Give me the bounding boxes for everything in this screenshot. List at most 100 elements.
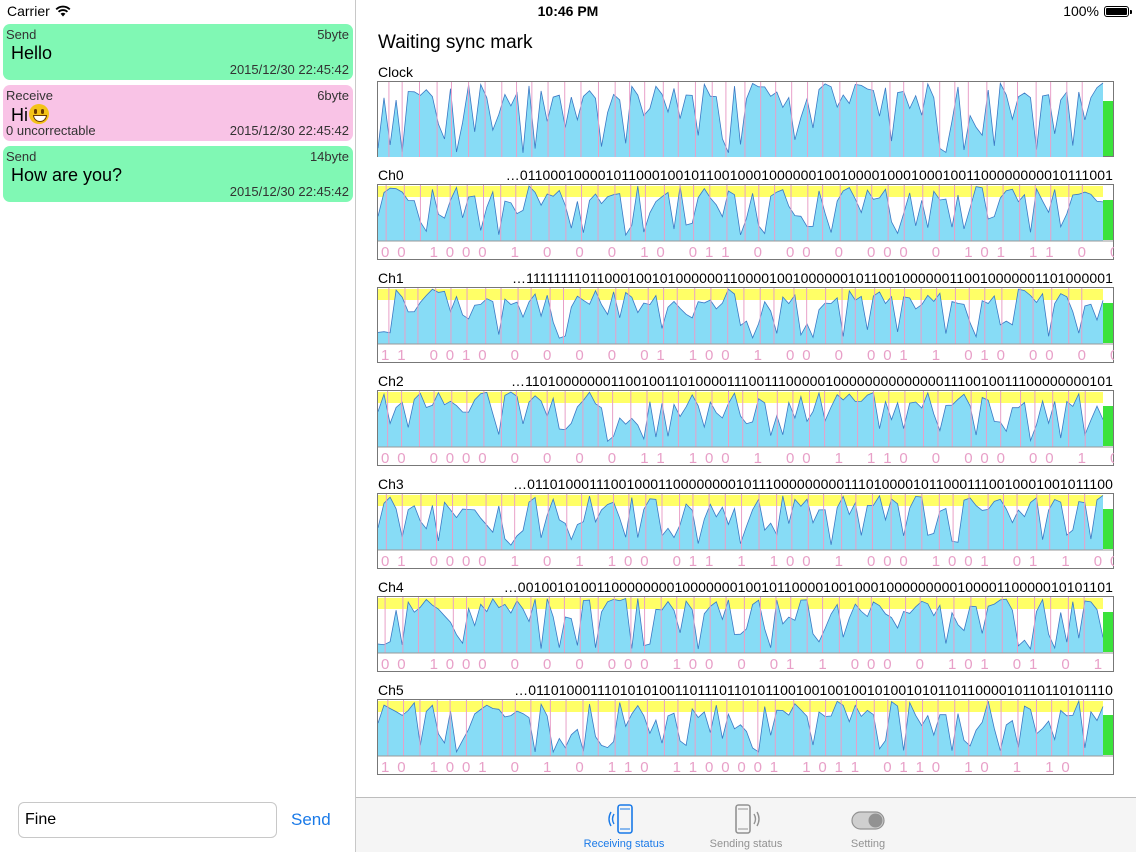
- message-bubble[interactable]: Send 14byte How are you? 2015/12/30 22:4…: [3, 146, 353, 202]
- channel-bitstream: …011000100001011000100101100100010000001…: [505, 167, 1113, 183]
- decoded-bit: 0: [478, 244, 486, 260]
- decoded-bit: 0: [802, 450, 810, 466]
- decoded-bit: 1: [673, 759, 681, 775]
- decoded-bit: 0: [705, 450, 713, 466]
- message-timestamp: 2015/12/30 22:45:42: [229, 62, 349, 77]
- decoded-bit: 1: [818, 656, 826, 672]
- signal-level-bar: [1103, 200, 1113, 240]
- send-button[interactable]: Send: [291, 810, 331, 830]
- channel-bitstream: …011010001110101010011011101101011001001…: [514, 682, 1113, 698]
- message-input[interactable]: [18, 802, 277, 838]
- decoded-bit: 0: [462, 553, 470, 569]
- decoded-bit: 0: [624, 553, 632, 569]
- decoded-bit: 0: [511, 347, 519, 363]
- decoded-bit: 1: [802, 759, 810, 775]
- decoded-bit: 0: [980, 450, 988, 466]
- decoded-bit: 0: [948, 553, 956, 569]
- channel-label: Ch3: [378, 476, 404, 492]
- decoded-bit: 0: [737, 656, 745, 672]
- decoded-bit: 1: [1045, 759, 1053, 775]
- decoded-bit: 1: [381, 347, 389, 363]
- decoded-bit: 0: [980, 244, 988, 260]
- decoded-bit: 0: [608, 244, 616, 260]
- channel-waveform: 10100101011011000011011011010110: [377, 699, 1114, 775]
- decoded-bit: 0: [1061, 759, 1069, 775]
- decoded-bit: 0: [899, 244, 907, 260]
- decoded-bit: 1: [899, 347, 907, 363]
- decoded-bit: 1: [770, 759, 778, 775]
- message-bubble[interactable]: Send 5byte Hello 2015/12/30 22:45:42: [3, 24, 353, 80]
- decoded-bit: 0: [575, 759, 583, 775]
- decoded-bit: 1: [705, 553, 713, 569]
- decoded-bit: 0: [381, 656, 389, 672]
- decoded-bit: 0: [964, 347, 972, 363]
- decoded-bit: 1: [786, 656, 794, 672]
- channel-bitstream: …001001010011000000001000000010010110000…: [503, 579, 1113, 595]
- decoded-bit: 1: [656, 347, 664, 363]
- decoded-bit: 0: [916, 656, 924, 672]
- decoded-bit: 0: [446, 759, 454, 775]
- decoded-bit: 1: [932, 347, 940, 363]
- channel-waveform: 0000000000111001001110000000101: [377, 390, 1114, 466]
- channel-waveform: 0010001000100110000000010111001: [377, 184, 1114, 260]
- decoded-bit: 0: [689, 656, 697, 672]
- decoded-bit: 0: [1045, 450, 1053, 466]
- decoded-bit: 0: [608, 450, 616, 466]
- message-text: Hello: [11, 43, 53, 63]
- signal-level-bar: [1103, 101, 1113, 156]
- decoded-bit: 0: [511, 656, 519, 672]
- decoded-bit: 1: [899, 759, 907, 775]
- threshold-band: [378, 186, 1103, 197]
- tab-bar: Receiving status Sending status Setting: [356, 797, 1136, 852]
- decoded-bit: 0: [575, 347, 583, 363]
- decoded-bit: 0: [543, 553, 551, 569]
- decoded-bit: 0: [964, 656, 972, 672]
- message-bubble[interactable]: Receive 6byte Hi 0 uncorrectable 2015/12…: [3, 85, 353, 141]
- decoded-bit: 1: [1029, 656, 1037, 672]
- decoded-bit: 0: [932, 450, 940, 466]
- decoded-bit: 0: [964, 450, 972, 466]
- phone-send-icon: [735, 804, 760, 834]
- decoded-bit: 1: [997, 244, 1005, 260]
- decoded-bit: 0: [1110, 347, 1114, 363]
- decoded-bit: 0: [835, 244, 843, 260]
- decoded-bit: 0: [446, 656, 454, 672]
- decoded-bit: 1: [1061, 553, 1069, 569]
- decoded-bit: 0: [462, 759, 470, 775]
- decoded-bit: 0: [786, 450, 794, 466]
- decoded-bit: 1: [430, 759, 438, 775]
- tab-sending-status[interactable]: Sending status: [686, 798, 806, 853]
- channel-label: Ch0: [378, 167, 404, 183]
- decoded-bit: 1: [511, 244, 519, 260]
- decoded-bit: 0: [802, 244, 810, 260]
- tab-receiving-status[interactable]: Receiving status: [564, 798, 684, 853]
- decoded-bit: 0: [802, 347, 810, 363]
- signal-level-bar: [1103, 612, 1113, 652]
- decoded-bit: 0: [462, 244, 470, 260]
- decoded-bit: 0: [899, 450, 907, 466]
- decoded-bit: 0: [430, 347, 438, 363]
- decoded-bit: 0: [478, 347, 486, 363]
- tab-setting[interactable]: Setting: [808, 798, 928, 853]
- message-text: How are you?: [11, 165, 123, 185]
- decoded-bit: 0: [462, 450, 470, 466]
- decoded-bit: 0: [446, 553, 454, 569]
- decoded-bit: 0: [430, 450, 438, 466]
- decoded-bit: 0: [1013, 553, 1021, 569]
- decoded-bit: 0: [705, 656, 713, 672]
- decoded-bit: 0: [1078, 244, 1086, 260]
- decoded-bit: 1: [980, 656, 988, 672]
- decoded-bit: 0: [543, 450, 551, 466]
- smiley-emoji-icon: [29, 104, 49, 124]
- decoded-bit: 0: [575, 656, 583, 672]
- decoded-bit: 0: [1045, 347, 1053, 363]
- decoded-bit: 0: [786, 553, 794, 569]
- decoded-bit: 0: [1094, 553, 1102, 569]
- decoded-bit: 0: [1061, 656, 1069, 672]
- decoded-bit: 1: [770, 553, 778, 569]
- decoded-bit: 0: [640, 759, 648, 775]
- decoded-bit: 0: [1110, 450, 1114, 466]
- message-direction: Send: [6, 149, 37, 164]
- decoded-bit: 1: [705, 244, 713, 260]
- signal-level-bar: [1103, 303, 1113, 343]
